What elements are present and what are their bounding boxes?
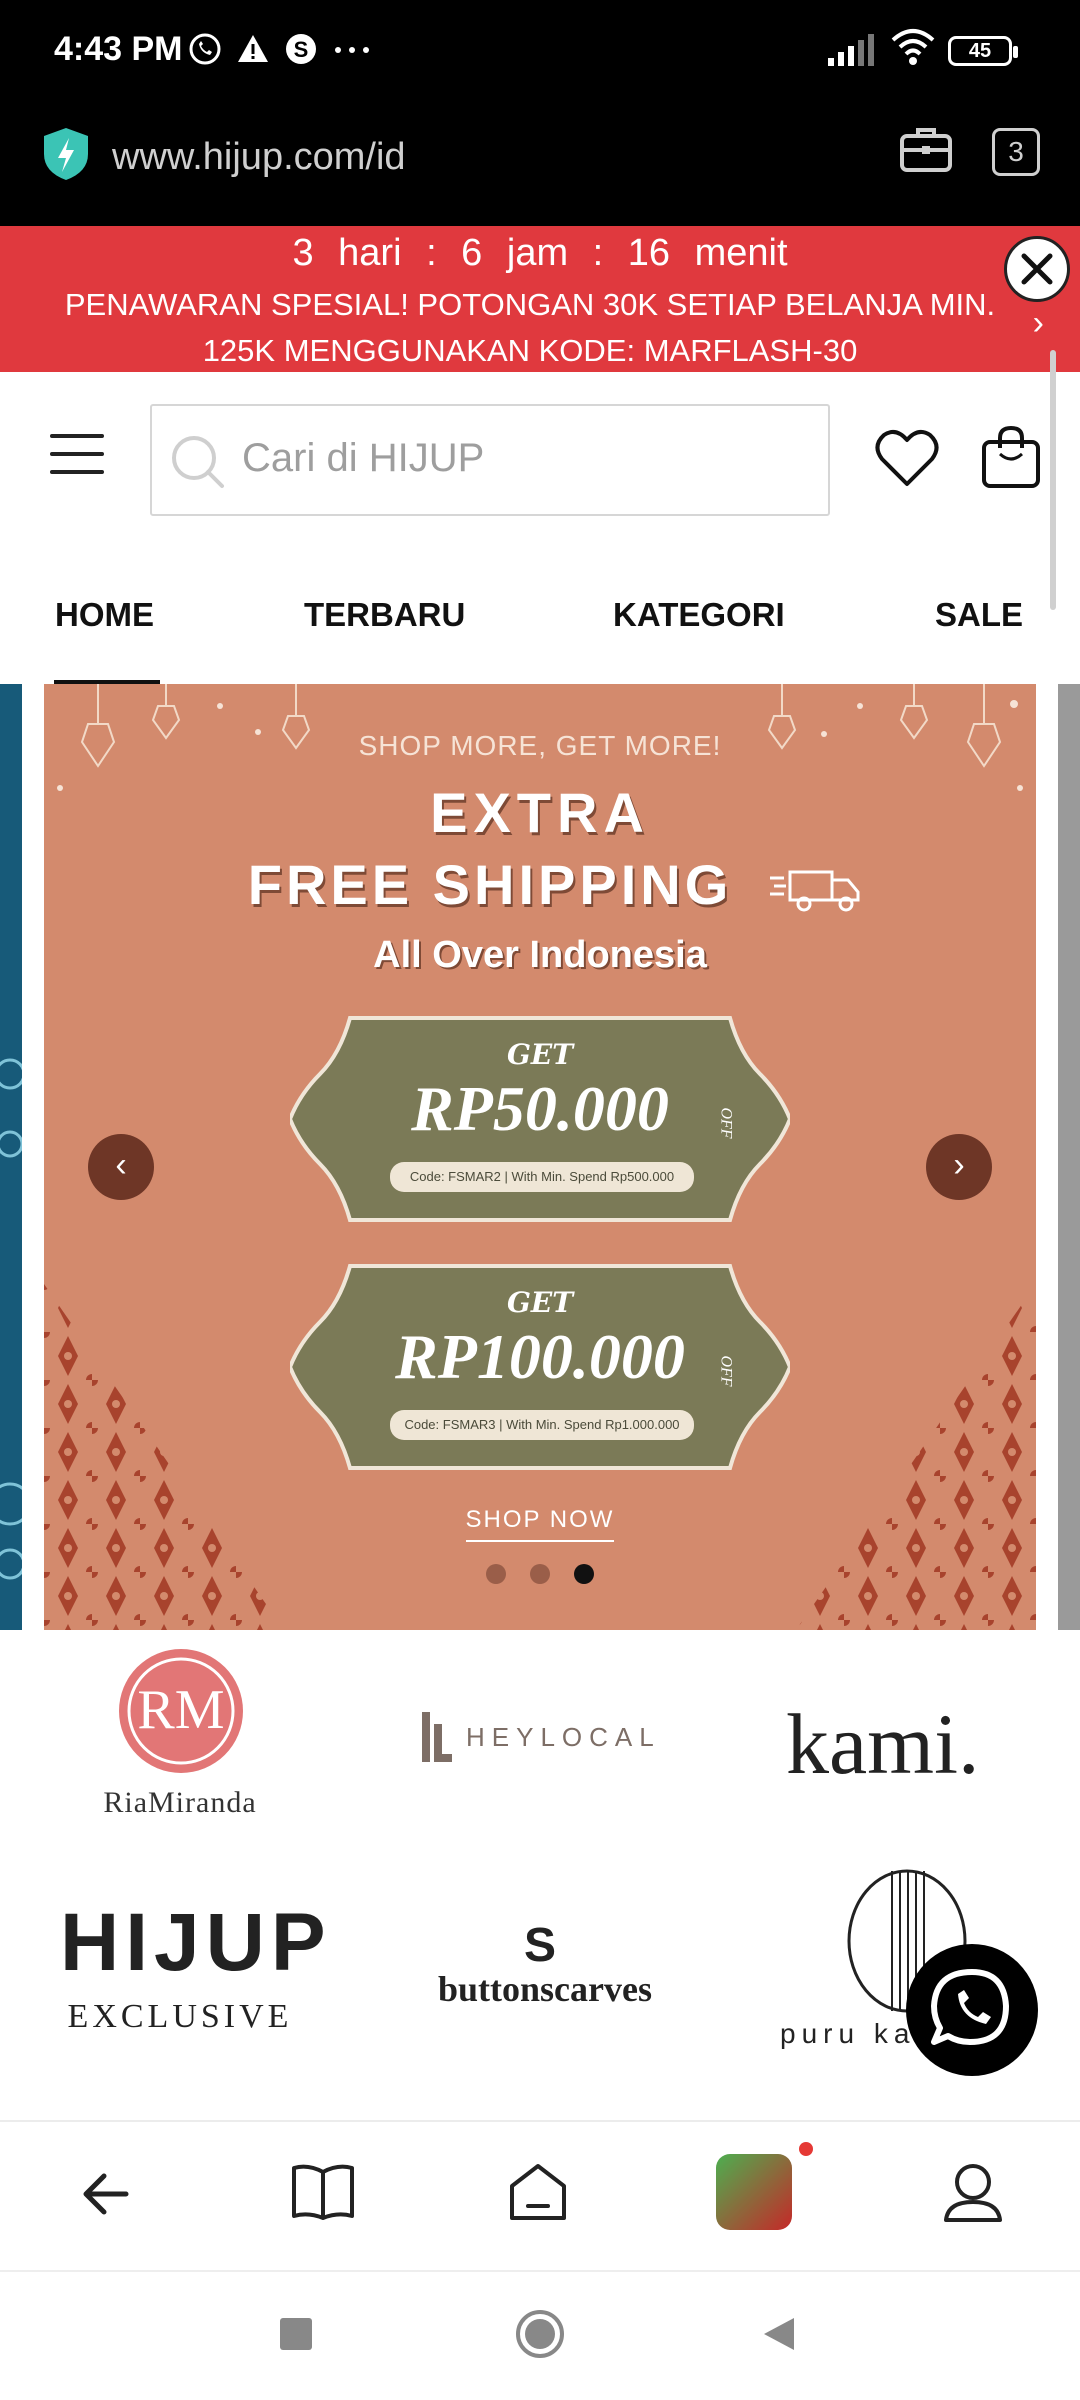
- shield-icon[interactable]: [40, 126, 92, 182]
- offer-ticket[interactable]: GET RP50.000 OFF Code: FSMAR2 | With Min…: [290, 1014, 790, 1224]
- whatsapp-chat-button[interactable]: [906, 1944, 1038, 2076]
- banner-line1: EXTRA: [430, 781, 650, 844]
- brand-kami-label: kami.: [786, 1696, 980, 1792]
- dollar-circle-icon: S: [286, 34, 316, 64]
- search-icon: [172, 436, 224, 488]
- offer-amount: RP50.000: [411, 1073, 669, 1144]
- close-promo-button[interactable]: [1004, 236, 1070, 302]
- brand-buttonscarves[interactable]: S buttonscarves: [410, 1918, 680, 2018]
- back-arrow-icon[interactable]: [76, 2166, 136, 2222]
- battery-indicator: 45: [948, 36, 1018, 66]
- brand-heylocal[interactable]: HEYLOCAL: [420, 1706, 670, 1776]
- offer-amount: RP100.000: [395, 1321, 685, 1392]
- whatsapp-notification-icon: [189, 33, 221, 65]
- tab-terbaru[interactable]: TERBARU: [304, 596, 465, 634]
- offer-off-label: OFF: [717, 1355, 735, 1387]
- offer-off-label: OFF: [717, 1107, 735, 1139]
- bookmarks-book-icon[interactable]: [290, 2160, 356, 2224]
- chevron-right-icon: ›: [953, 1146, 965, 1184]
- brand-hijup-exclusive[interactable]: HIJUP EXCLUSIVE: [60, 1896, 332, 2046]
- svg-text:S: S: [294, 37, 309, 62]
- brand-riamiranda[interactable]: RM RiaMiranda: [60, 1646, 300, 1826]
- batik-pattern-decor: [0, 1058, 32, 1580]
- brand-hijup-label: HIJUP: [60, 1897, 332, 1988]
- previous-slide-peek[interactable]: [0, 684, 32, 1630]
- url-text[interactable]: www.hijup.com/id: [112, 136, 406, 179]
- riamiranda-logo-icon: RM: [119, 1649, 243, 1773]
- chevron-right-icon: ›: [1032, 304, 1044, 342]
- shop-now-underline: [466, 1540, 614, 1542]
- home-icon[interactable]: [506, 2160, 570, 2224]
- carousel-dot[interactable]: [486, 1564, 506, 1584]
- hamburger-menu-button[interactable]: [50, 434, 104, 474]
- carousel-next-button[interactable]: ›: [926, 1134, 992, 1200]
- wishlist-heart-icon[interactable]: [874, 428, 940, 488]
- category-tabs: HOME TERBARU KATEGORI SALE: [0, 570, 1080, 684]
- back-triangle-icon[interactable]: [760, 2314, 800, 2354]
- chevron-left-icon: ‹: [115, 1146, 127, 1184]
- home-circle-icon[interactable]: [514, 2308, 566, 2360]
- carousel-dot[interactable]: [530, 1564, 550, 1584]
- close-icon: [1021, 253, 1053, 285]
- brand-riamiranda-label: RiaMiranda: [103, 1786, 257, 1819]
- tab-sale[interactable]: SALE: [935, 596, 1023, 634]
- carousel-prev-button[interactable]: ‹: [88, 1134, 154, 1200]
- carousel-dot-active[interactable]: [574, 1564, 594, 1584]
- shop-now-link[interactable]: SHOP NOW: [44, 1506, 1036, 1534]
- page-scrollbar[interactable]: [1050, 350, 1056, 610]
- promo-countdown: 3 hari : 6 jam : 16 menit: [292, 232, 788, 274]
- profile-icon[interactable]: [942, 2160, 1004, 2224]
- tab-kategori[interactable]: KATEGORI: [613, 596, 785, 634]
- brand-kami[interactable]: kami.: [786, 1694, 1026, 1792]
- warning-icon: [238, 35, 268, 62]
- game-app-icon[interactable]: [716, 2154, 792, 2230]
- search-placeholder: Cari di HIJUP: [242, 436, 485, 480]
- notification-icons: S: [188, 32, 372, 66]
- status-bar: 4:43 PM S 45: [0, 0, 1080, 100]
- brand-heylocal-label: HEYLOCAL: [466, 1722, 661, 1752]
- brand-exclusive-label: EXCLUSIVE: [67, 1998, 293, 2035]
- more-dots-icon: [335, 47, 369, 53]
- tabs-count-button[interactable]: 3: [992, 128, 1040, 176]
- brand-buttonscarves-label: buttonscarves: [438, 1969, 652, 2009]
- signal-icon: [828, 34, 874, 66]
- promo-slide[interactable]: SHOP MORE, GET MORE! EXTRA FREE SHIPPING…: [44, 684, 1036, 1630]
- offer-ticket[interactable]: GET RP100.000 OFF Code: FSMAR3 | With Mi…: [290, 1262, 790, 1472]
- toolbox-icon[interactable]: [898, 124, 954, 176]
- promo-message: PENAWARAN SPESIAL! POTONGAN 30K SETIAP B…: [64, 287, 996, 368]
- notification-dot: [799, 2142, 813, 2156]
- wifi-icon: [891, 29, 935, 65]
- brand-purukambera-label: puru ka: [780, 2018, 916, 2049]
- search-input[interactable]: Cari di HIJUP: [150, 404, 830, 516]
- delivery-truck-icon: [770, 870, 860, 912]
- next-slide-peek[interactable]: [1058, 684, 1080, 1630]
- svg-text:RM: RM: [137, 1679, 224, 1741]
- promo-banner[interactable]: 3 hari : 6 jam : 16 menit PENAWARAN SPES…: [0, 226, 1080, 372]
- carousel-dots: [44, 1564, 1036, 1589]
- offer-code: Code: FSMAR2 | With Min. Spend Rp500.000: [390, 1162, 694, 1192]
- banner-kicker: SHOP MORE, GET MORE!: [358, 730, 722, 761]
- tab-home[interactable]: HOME: [55, 596, 154, 634]
- buttonscarves-logo-icon: S: [523, 1919, 556, 1972]
- banner-line3: All Over Indonesia: [373, 934, 707, 976]
- status-time: 4:43 PM: [54, 30, 183, 68]
- heylocal-logo-icon: [422, 1712, 452, 1762]
- shopping-bag-icon[interactable]: [980, 424, 1042, 490]
- offer-get-label: GET: [506, 1286, 574, 1319]
- recent-apps-icon[interactable]: [280, 2318, 312, 2350]
- offer-get-label: GET: [506, 1038, 574, 1071]
- whatsapp-icon: [931, 1969, 1009, 2045]
- offer-code: Code: FSMAR3 | With Min. Spend Rp1.000.0…: [390, 1410, 694, 1440]
- banner-line2: FREE SHIPPING: [247, 853, 733, 916]
